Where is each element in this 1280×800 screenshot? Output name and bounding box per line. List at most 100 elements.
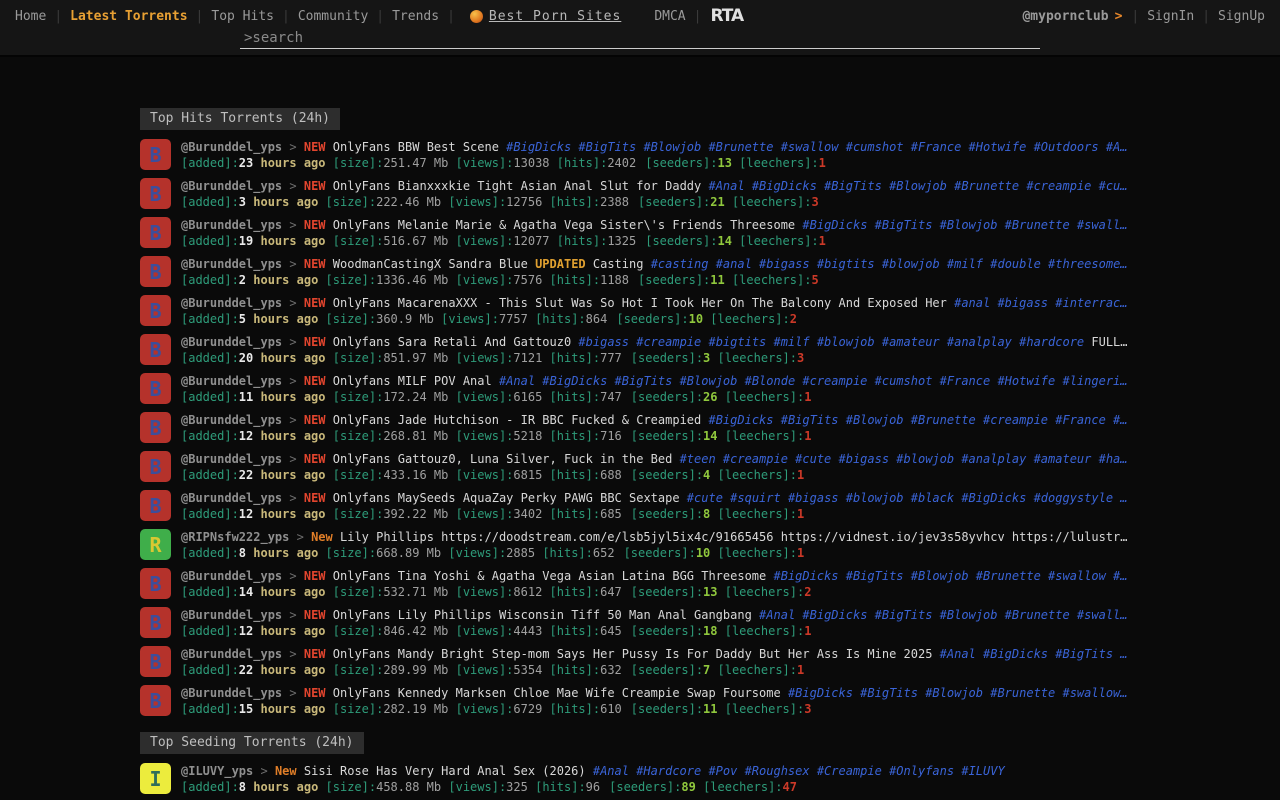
torrent-title[interactable]: OnlyFans Kennedy Marksen Chloe Mae Wife … [333, 686, 788, 700]
uploader-link[interactable]: @RIPNsfw222_yps [181, 530, 289, 544]
torrent-title[interactable]: OnlyFans Mandy Bright Step-mom Says Her … [333, 647, 940, 661]
uploader-link[interactable]: @Burunddel_yps [181, 296, 282, 310]
torrent-tags[interactable]: #BigDicks #BigTits #Blowjob #Brunette #s… [802, 218, 1127, 232]
uploader-avatar[interactable]: B [140, 256, 171, 287]
torrent-title[interactable]: OnlyFans Tina Yoshi & Agatha Vega Asian … [333, 569, 774, 583]
signin-link[interactable]: SignIn [1140, 9, 1201, 24]
torrent-title[interactable]: Onlyfans MaySeeds AquaZay Perky PAWG BBC… [333, 491, 687, 505]
torrent-title[interactable]: Onlyfans Sara Retali And Gattouz0 [333, 335, 579, 349]
torrent-title-line: @Burunddel_yps > NEW OnlyFans Tina Yoshi… [181, 568, 1186, 584]
uploader-avatar[interactable]: B [140, 334, 171, 365]
stat-label-added: [added]: [181, 312, 239, 326]
nav-top-hits[interactable]: Top Hits [204, 9, 281, 24]
torrent-title[interactable]: OnlyFans Jade Hutchison - IR BBC Fucked … [333, 413, 709, 427]
best-porn-sites-link[interactable]: Best Porn Sites [489, 9, 621, 24]
torrent-stats-line: [added]:12 hours ago [size]:392.22 Mb [v… [181, 506, 1186, 522]
views-value: 12756 [506, 195, 542, 209]
added-unit: hours ago [253, 273, 318, 287]
stat-label-seeders: [seeders]: [638, 195, 710, 209]
torrent-tags[interactable]: #Anal #Hardcore #Pov #Roughsex #Creampie… [593, 764, 1005, 778]
uploader-link[interactable]: @Burunddel_yps [181, 218, 282, 232]
torrent-tags[interactable]: #Anal #BigDicks #BigTits #Blowjob #Blond… [499, 374, 1128, 388]
uploader-link[interactable]: @Burunddel_yps [181, 569, 282, 583]
signup-link[interactable]: SignUp [1211, 9, 1272, 24]
uploader-avatar[interactable]: B [140, 412, 171, 443]
uploader-avatar[interactable]: B [140, 178, 171, 209]
seeders-count: 11 [703, 702, 717, 716]
torrent-title-updated[interactable]: UPDATED [535, 257, 586, 271]
stat-label-views: [views]: [456, 429, 514, 443]
uploader-avatar[interactable]: B [140, 451, 171, 482]
uploader-link[interactable]: @Burunddel_yps [181, 140, 282, 154]
uploader-avatar[interactable]: B [140, 568, 171, 599]
uploader-avatar[interactable]: B [140, 295, 171, 326]
torrent-title-line: @Burunddel_yps > NEW OnlyFans Gattouz0, … [181, 451, 1186, 467]
torrent-title[interactable]: OnlyFans Gattouz0, Luna Silver, Fuck in … [333, 452, 680, 466]
torrent-title[interactable]: OnlyFans MacarenaXXX - This Slut Was So … [333, 296, 954, 310]
uploader-avatar[interactable]: B [140, 490, 171, 521]
search-input[interactable] [240, 29, 1040, 48]
uploader-avatar[interactable]: I [140, 763, 171, 794]
nav-trends[interactable]: Trends [385, 9, 446, 24]
new-badge: NEW [304, 140, 326, 154]
torrent-tags[interactable]: #casting #anal #bigass #bigtits #blowjob… [651, 257, 1128, 271]
torrent-info: @Burunddel_yps > NEW OnlyFans MacarenaXX… [181, 295, 1186, 327]
torrent-tags[interactable]: #Anal #BigDicks #BigTits … [940, 647, 1128, 661]
stat-label-seeders: [seeders]: [631, 702, 703, 716]
torrent-title[interactable]: Lily Phillips https://doodstream.com/e/l… [340, 530, 1127, 544]
new-badge: NEW [304, 179, 326, 193]
uploader-avatar[interactable]: R [140, 529, 171, 560]
torrent-tags[interactable]: #BigDicks #BigTits #Blowjob #Brunette #s… [788, 686, 1128, 700]
uploader-link[interactable]: @Burunddel_yps [181, 491, 282, 505]
torrent-tags[interactable]: #BigDicks #BigTits #Blowjob #Brunette #s… [773, 569, 1127, 583]
torrent-title[interactable]: Sisi Rose Has Very Hard Anal Sex (2026) [304, 764, 593, 778]
uploader-link[interactable]: @Burunddel_yps [181, 374, 282, 388]
added-value: 12 [239, 624, 253, 638]
uploader-link[interactable]: @Burunddel_yps [181, 413, 282, 427]
hits-value: 685 [600, 507, 622, 521]
uploader-link[interactable]: @Burunddel_yps [181, 335, 282, 349]
site-handle[interactable]: @mypornclub [1022, 9, 1108, 24]
nav-community[interactable]: Community [291, 9, 375, 24]
added-unit: hours ago [260, 624, 325, 638]
uploader-avatar[interactable]: B [140, 607, 171, 638]
uploader-avatar[interactable]: B [140, 217, 171, 248]
uploader-avatar[interactable]: B [140, 685, 171, 716]
uploader-link[interactable]: @Burunddel_yps [181, 608, 282, 622]
torrent-tags[interactable]: #teen #creampie #cute #bigass #blowjob #… [680, 452, 1128, 466]
torrent-title[interactable]: OnlyFans Bianxxxkie Tight Asian Anal Slu… [333, 179, 709, 193]
torrent-tags[interactable]: #Anal #BigDicks #BigTits #Blowjob #Brune… [759, 608, 1127, 622]
torrent-tags[interactable]: #BigDicks #BigTits #Blowjob #Brunette #c… [708, 413, 1127, 427]
uploader-link[interactable]: @Burunddel_yps [181, 647, 282, 661]
torrent-title[interactable]: WoodmanCastingX Sandra Blue [333, 257, 535, 271]
stat-label-views: [views]: [456, 390, 514, 404]
uploader-avatar[interactable]: B [140, 646, 171, 677]
uploader-link[interactable]: @Burunddel_yps [181, 257, 282, 271]
torrent-tags[interactable]: #bigass #creampie #bigtits #milf #blowjo… [578, 335, 1084, 349]
torrent-tags[interactable]: #cute #squirt #bigass #blowjob #black #B… [687, 491, 1128, 505]
uploader-avatar[interactable]: B [140, 373, 171, 404]
uploader-link[interactable]: @Burunddel_yps [181, 452, 282, 466]
torrent-title[interactable]: Casting [586, 257, 651, 271]
torrent-title[interactable]: OnlyFans Melanie Marie & Agatha Vega Sis… [333, 218, 803, 232]
uploader-link[interactable]: @Burunddel_yps [181, 686, 282, 700]
torrent-tags[interactable]: #Anal #BigDicks #BigTits #Blowjob #Brune… [708, 179, 1127, 193]
uploader-link[interactable]: @ILUVY_yps [181, 764, 253, 778]
stat-label-size: [size]: [333, 507, 384, 521]
torrent-title[interactable]: OnlyFans BBW Best Scene [333, 140, 506, 154]
torrent-tags[interactable]: #anal #bigass #interrac… [954, 296, 1127, 310]
nav-home[interactable]: Home [8, 9, 53, 24]
torrent-tags[interactable]: #BigDicks #BigTits #Blowjob #Brunette #s… [506, 140, 1127, 154]
torrent-title[interactable]: FULL… [1084, 335, 1127, 349]
views-value: 12077 [513, 234, 549, 248]
torrent-title[interactable]: Onlyfans MILF POV Anal [333, 374, 499, 388]
added-value: 23 [239, 156, 253, 170]
nav-latest-torrents[interactable]: Latest Torrents [63, 9, 194, 24]
uploader-avatar[interactable]: B [140, 139, 171, 170]
torrent-stats-line: [added]:22 hours ago [size]:289.99 Mb [v… [181, 662, 1186, 678]
torrent-stats-line: [added]:23 hours ago [size]:251.47 Mb [v… [181, 155, 1186, 171]
uploader-link[interactable]: @Burunddel_yps [181, 179, 282, 193]
hits-value: 2388 [600, 195, 629, 209]
nav-dmca[interactable]: DMCA [647, 9, 692, 24]
torrent-title[interactable]: OnlyFans Lily Phillips Wisconsin Tiff 50… [333, 608, 759, 622]
